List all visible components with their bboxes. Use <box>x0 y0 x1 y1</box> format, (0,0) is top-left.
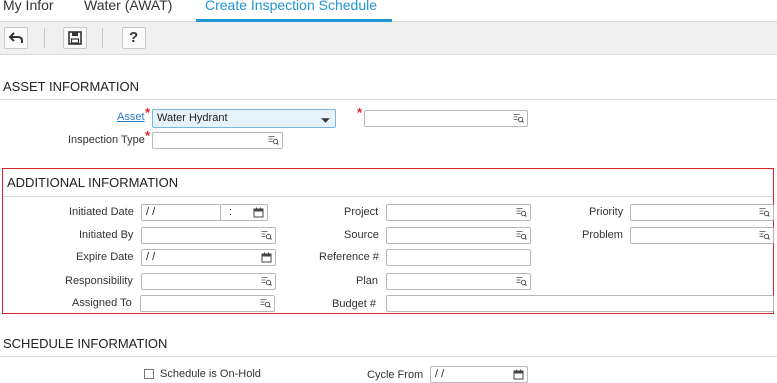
undo-button[interactable] <box>4 27 28 49</box>
initiated-by-label: Initiated By <box>79 229 134 241</box>
problem-label: Problem <box>582 229 623 241</box>
help-icon: ? <box>129 29 139 46</box>
save-icon <box>68 31 82 45</box>
priority-lookup[interactable] <box>630 204 774 221</box>
chevron-down-icon <box>321 118 330 123</box>
calendar-icon <box>261 252 272 263</box>
plan-label: Plan <box>356 275 379 287</box>
lookup-icon <box>759 208 770 217</box>
initiated-date-label: Initiated Date <box>69 206 134 218</box>
cycle-from-input[interactable]: / / <box>430 366 528 383</box>
save-button[interactable] <box>63 27 87 49</box>
asset-link[interactable]: Asset <box>117 111 145 123</box>
lookup-icon <box>261 231 272 240</box>
asset-select[interactable]: Water Hydrant <box>152 109 336 128</box>
project-label: Project <box>344 206 379 218</box>
lookup-icon <box>759 231 770 240</box>
budget-label: Budget # <box>332 298 377 310</box>
cycle-from-value: / / <box>435 368 445 380</box>
inspection-type-lookup[interactable] <box>152 132 283 149</box>
problem-lookup[interactable] <box>630 227 774 244</box>
lookup-icon <box>260 299 271 308</box>
lookup-icon <box>516 208 527 217</box>
toolbar: ? <box>0 22 777 55</box>
tab-create-inspection-schedule[interactable]: Create Inspection Schedule <box>205 0 377 13</box>
asset-information-title: ASSET INFORMATION <box>3 79 140 94</box>
section-divider <box>3 196 773 197</box>
expire-date-input[interactable]: / / <box>141 249 276 266</box>
undo-icon <box>8 32 23 43</box>
toolbar-separator <box>44 28 45 48</box>
assigned-to-label: Assigned To <box>72 297 132 309</box>
lookup-icon <box>268 136 279 145</box>
project-lookup[interactable] <box>386 204 531 221</box>
asset-organization-lookup[interactable] <box>364 110 528 127</box>
toolbar-separator <box>102 28 103 48</box>
cycle-from-label: Cycle From <box>367 369 424 381</box>
additional-information-title: ADDITIONAL INFORMATION <box>7 175 179 190</box>
reference-input[interactable] <box>386 249 531 266</box>
lookup-icon <box>513 114 524 123</box>
schedule-on-hold-label: Schedule is On-Hold <box>160 368 261 380</box>
responsibility-lookup[interactable] <box>141 273 276 290</box>
schedule-on-hold-checkbox[interactable] <box>144 369 154 379</box>
required-marker: * <box>145 128 151 143</box>
tab-bar: My Infor Water (AWAT) Create Inspection … <box>0 0 777 22</box>
initiated-date-input[interactable]: / / <box>141 204 221 221</box>
calendar-icon <box>513 369 524 380</box>
schedule-information-title: SCHEDULE INFORMATION <box>3 336 168 351</box>
initiated-by-lookup[interactable] <box>141 227 276 244</box>
inspection-type-label: Inspection Type <box>68 134 145 146</box>
reference-label: Reference # <box>319 251 379 263</box>
source-label: Source <box>344 229 379 241</box>
lookup-icon <box>261 277 272 286</box>
initiated-time-value: : <box>229 206 233 218</box>
section-divider <box>0 356 777 357</box>
calendar-icon <box>253 207 264 218</box>
tab-my-infor[interactable]: My Infor <box>3 0 54 13</box>
tab-water-awat[interactable]: Water (AWAT) <box>84 0 172 13</box>
required-marker: * <box>357 105 363 120</box>
priority-label: Priority <box>589 206 624 218</box>
source-lookup[interactable] <box>386 227 531 244</box>
required-marker: * <box>145 105 151 120</box>
plan-lookup[interactable] <box>386 273 531 290</box>
budget-input[interactable] <box>386 295 774 312</box>
initiated-date-value: / / <box>146 206 156 218</box>
lookup-icon <box>516 231 527 240</box>
expire-date-label: Expire Date <box>76 251 134 263</box>
expire-date-value: / / <box>146 251 156 263</box>
asset-select-value: Water Hydrant <box>157 112 228 124</box>
help-button[interactable]: ? <box>122 27 146 49</box>
responsibility-label: Responsibility <box>65 275 133 287</box>
assigned-to-lookup[interactable] <box>140 295 275 312</box>
initiated-time-input[interactable]: : <box>220 204 268 221</box>
section-divider <box>0 99 777 100</box>
lookup-icon <box>516 277 527 286</box>
